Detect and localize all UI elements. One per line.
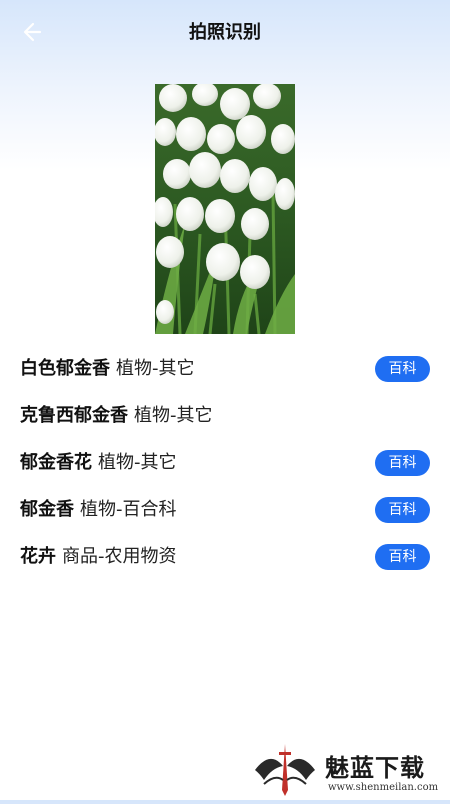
top-bar: 拍照识别 — [0, 0, 450, 64]
watermark-text: 魅蓝下载 — [325, 754, 425, 782]
result-name: 克鲁西郁金香 — [20, 405, 128, 426]
result-category: 植物-其它 — [98, 452, 177, 473]
result-name: 郁金香 — [20, 499, 74, 520]
result-name: 郁金香花 — [20, 452, 92, 473]
result-category: 商品-农用物资 — [62, 546, 177, 567]
result-name: 花卉 — [20, 546, 56, 567]
result-name: 白色郁金香 — [20, 358, 110, 379]
result-category: 植物-百合科 — [80, 499, 177, 520]
encyclopedia-button[interactable]: 百科 — [375, 450, 430, 476]
result-row[interactable]: 白色郁金香 植物-其它 百科 — [0, 346, 450, 393]
result-row[interactable]: 郁金香花 植物-其它 百科 — [0, 440, 450, 487]
result-row[interactable]: 克鲁西郁金香 植物-其它 — [0, 393, 450, 440]
result-category: 植物-其它 — [116, 358, 195, 379]
result-category: 植物-其它 — [134, 405, 213, 426]
encyclopedia-button[interactable]: 百科 — [375, 356, 430, 382]
recognized-photo — [155, 84, 295, 334]
encyclopedia-button[interactable]: 百科 — [375, 497, 430, 523]
result-list: 白色郁金香 植物-其它 百科 克鲁西郁金香 植物-其它 郁金香花 植物-其它 百科 郁… — [0, 346, 450, 581]
page-title: 拍照识别 — [189, 22, 261, 43]
site-watermark: 魅蓝下载 www.shenmeilan.com — [250, 740, 450, 800]
result-row[interactable]: 花卉 商品-农用物资 百科 — [0, 534, 450, 581]
result-row[interactable]: 郁金香 植物-百合科 百科 — [0, 487, 450, 534]
encyclopedia-button[interactable]: 百科 — [375, 544, 430, 570]
tulip-photo — [155, 84, 295, 334]
watermark-url: www.shenmeilan.com — [328, 782, 439, 793]
dragon-logo-icon — [255, 744, 315, 796]
